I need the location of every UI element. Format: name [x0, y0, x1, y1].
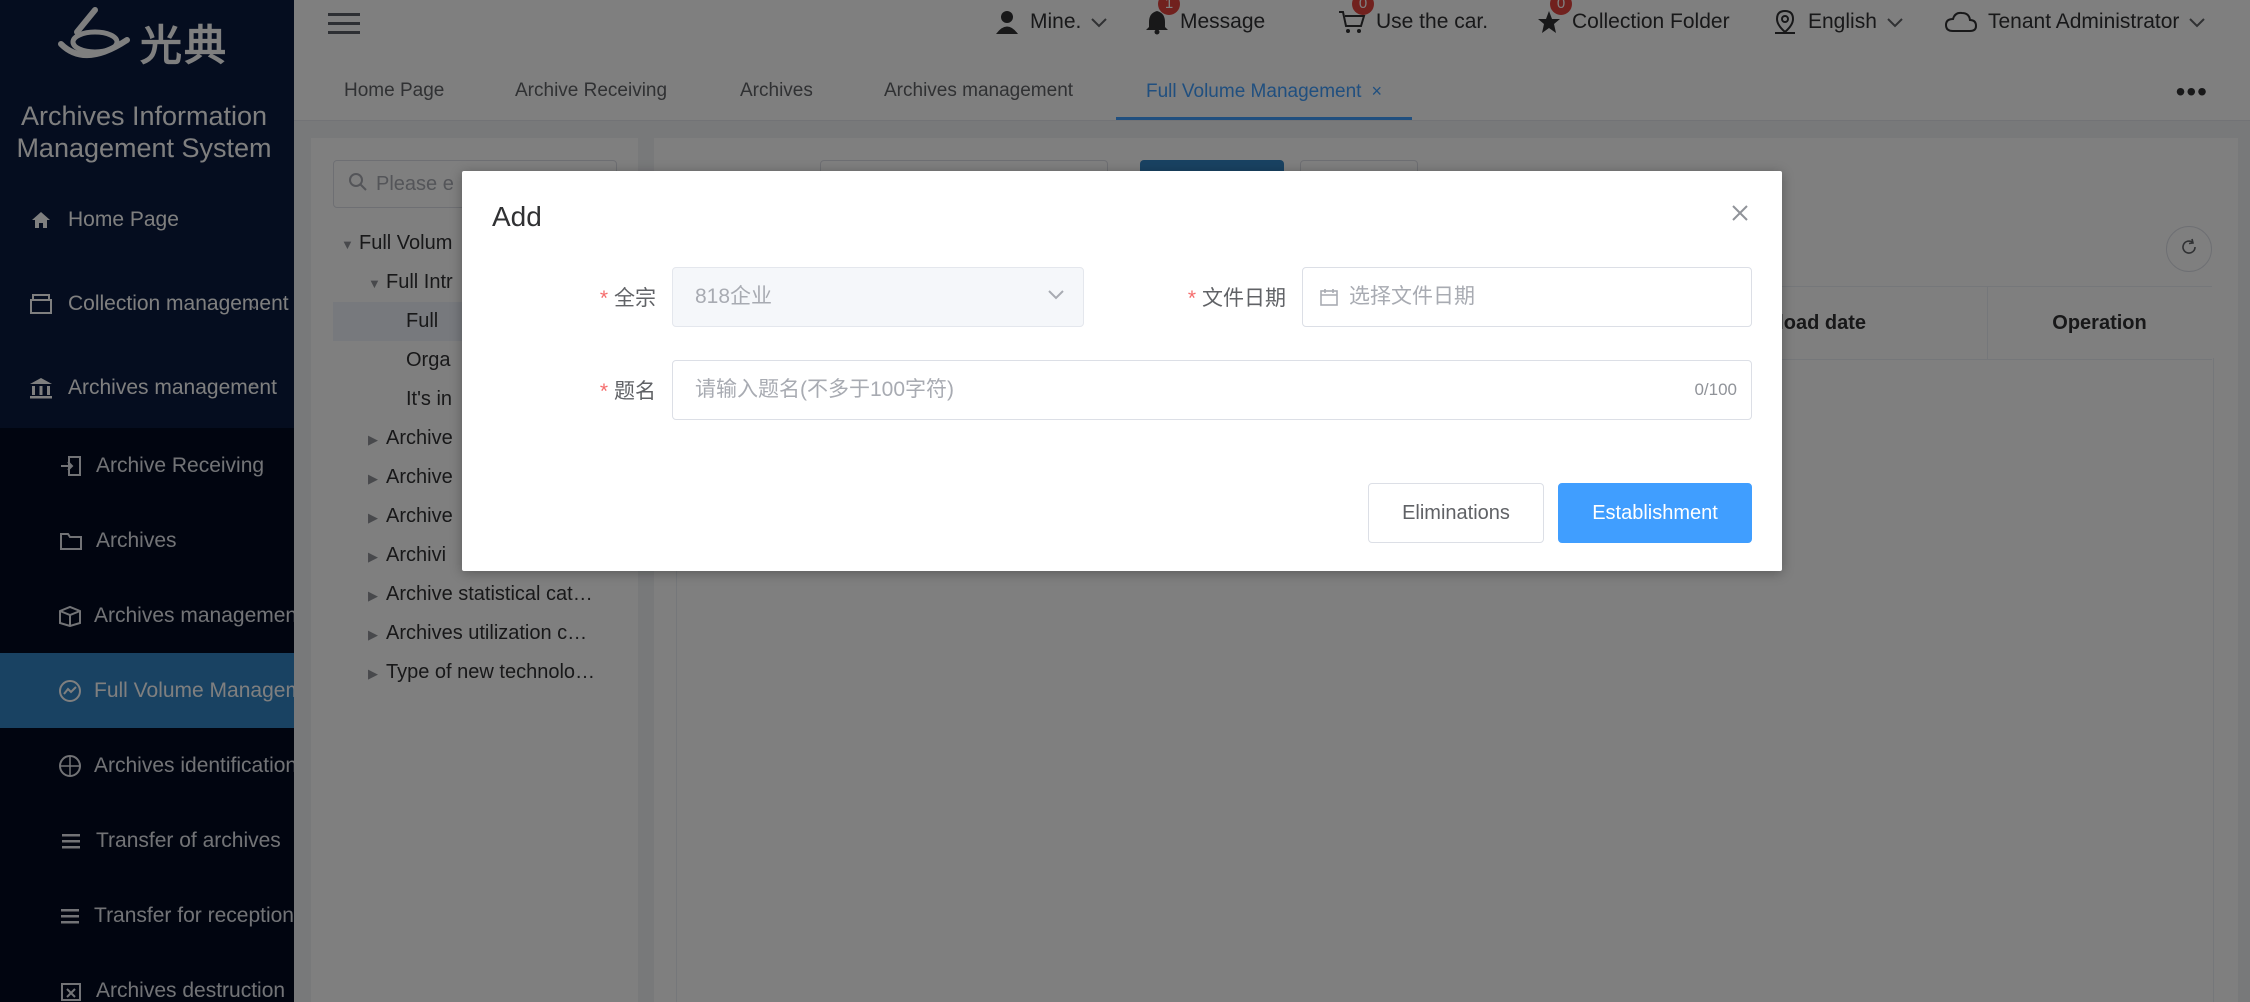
fonds-label: * 全宗: [599, 287, 656, 310]
required-mark: *: [599, 287, 608, 310]
cancel-button[interactable]: Eliminations: [1368, 483, 1544, 543]
dialog-title: Add: [492, 201, 542, 232]
chevron-down-icon: [1047, 288, 1065, 306]
title-char-counter: 0/100: [1694, 380, 1737, 399]
required-mark: *: [599, 380, 608, 403]
file-date-label: * 文件日期: [1187, 287, 1286, 310]
title-label: * 题名: [599, 380, 656, 403]
required-mark: *: [1187, 287, 1196, 310]
fonds-select[interactable]: 818企业: [672, 267, 1084, 327]
add-dialog: Add * 全宗 818企业 * 文件日期 选择文件日期 * 题名 请输入题名(不多于…: [462, 171, 1782, 571]
file-date-placeholder: 选择文件日期: [1349, 285, 1475, 308]
title-input[interactable]: 请输入题名(不多于100字符) 0/100: [672, 360, 1752, 420]
file-date-picker[interactable]: 选择文件日期: [1302, 267, 1752, 327]
confirm-button[interactable]: Establishment: [1558, 483, 1752, 543]
fonds-value: 818企业: [695, 285, 773, 308]
calendar-icon: [1319, 287, 1339, 312]
close-icon[interactable]: [1728, 201, 1752, 225]
title-placeholder: 请输入题名(不多于100字符): [695, 378, 955, 401]
